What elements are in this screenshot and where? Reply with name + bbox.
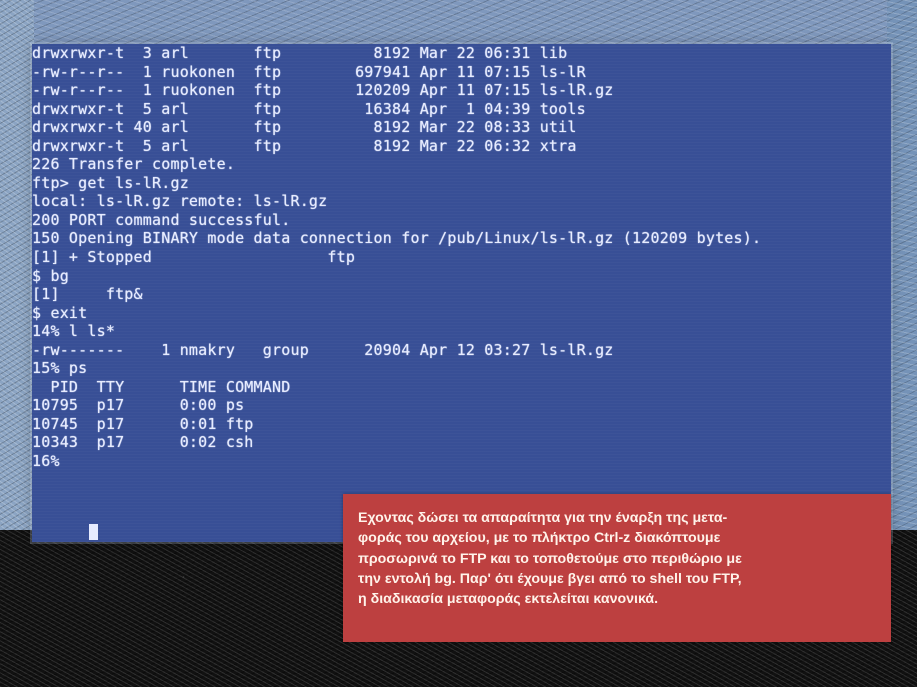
terminal-line: 200 PORT command successful.: [32, 210, 291, 229]
terminal-line: 226 Transfer complete.: [32, 155, 236, 174]
terminal-line: -rw-r--r-- 1 ruokonen ftp 120209 Apr 11 …: [32, 81, 614, 100]
terminal-cursor[interactable]: [89, 524, 98, 540]
terminal-line: $ exit: [32, 303, 88, 322]
caption-line: Εχοντας δώσει τα απαραίτητα για την έναρ…: [358, 510, 728, 526]
terminal-prompt[interactable]: 16%: [32, 452, 891, 471]
terminal-line: 15% ps: [32, 359, 88, 378]
caption-line: την εντολή bg. Παρ' ότι έχουμε βγει από …: [358, 570, 742, 587]
terminal-line: drwxrwxr-t 40 arl ftp 8192 Mar 22 08:33 …: [32, 118, 577, 137]
terminal-line: drwxrwxr-t 5 arl ftp 8192 Mar 22 06:32 x…: [32, 136, 577, 155]
terminal-line: -rw-r--r-- 1 ruokonen ftp 697941 Apr 11 …: [32, 62, 586, 81]
terminal-line: PID TTY TIME COMMAND: [32, 377, 291, 396]
terminal-line: drwxrwxr-t 5 arl ftp 16384 Apr 1 04:39 t…: [32, 99, 586, 118]
terminal-line: 10745 p17 0:01 ftp: [32, 414, 254, 433]
terminal-line: ftp> get ls-lR.gz: [32, 173, 189, 192]
explanatory-caption: Εχοντας δώσει τα απαραίτητα για την έναρ…: [343, 494, 891, 642]
terminal-line: $ bg: [32, 266, 69, 285]
terminal-line: 14% l ls*: [32, 322, 116, 341]
terminal-line: 10795 p17 0:00 ps: [32, 396, 245, 415]
caption-line: προσωρινά το FTP και το τοποθετούμε στο …: [358, 550, 742, 567]
caption-line: η διαδικασία μεταφοράς εκτελείται κανονι…: [358, 591, 659, 608]
terminal-window[interactable]: drwxrwxr-t 3 arl ftp 8192 Mar 22 06:31 l…: [32, 44, 891, 542]
terminal-line: [1] ftp&: [32, 285, 143, 304]
terminal-line: 10343 p17 0:02 csh: [32, 433, 254, 452]
caption-line: φοράς του αρχείου, με το πλήκτρο Ctrl-z …: [358, 530, 721, 547]
terminal-line: [1] + Stopped ftp: [32, 248, 356, 267]
terminal-output: drwxrwxr-t 3 arl ftp 8192 Mar 22 06:31 l…: [32, 44, 891, 471]
terminal-line: 150 Opening BINARY mode data connection …: [32, 229, 762, 248]
terminal-line: -rw------- 1 nmakry group 20904 Apr 12 0…: [32, 340, 614, 359]
terminal-line: drwxrwxr-t 3 arl ftp 8192 Mar 22 06:31 l…: [32, 44, 568, 62]
terminal-line: local: ls-lR.gz remote: ls-lR.gz: [32, 192, 328, 211]
